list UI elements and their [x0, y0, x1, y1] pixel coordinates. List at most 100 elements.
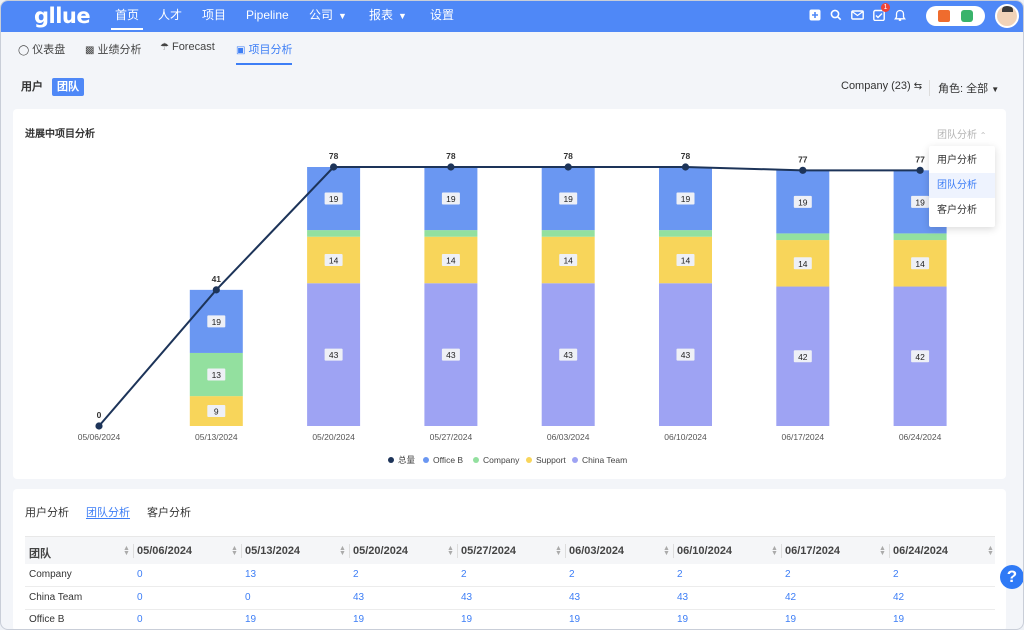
table-cell[interactable]: 0: [137, 614, 143, 625]
table-cell[interactable]: 13: [245, 569, 256, 580]
table-cell[interactable]: 19: [893, 614, 904, 625]
data-label: 14: [915, 259, 925, 269]
table-tab-user[interactable]: 用户分析: [25, 504, 69, 520]
table-row: China Team 0 0 43 43 43 43 42 42: [25, 587, 995, 610]
point-label: 78: [681, 151, 691, 161]
column-divider: [133, 544, 134, 558]
data-label: 42: [798, 352, 808, 362]
data-label: 43: [563, 350, 573, 360]
legend-marker: [423, 457, 429, 463]
table-cell[interactable]: 19: [785, 614, 796, 625]
column-divider: [457, 544, 458, 558]
data-label: 42: [915, 352, 925, 362]
x-tick-label: 05/06/2024: [78, 432, 121, 442]
legend-marker: [473, 457, 479, 463]
column-divider: [673, 544, 674, 558]
sort-icon[interactable]: ▲ ▼: [231, 545, 238, 557]
x-tick-label: 05/20/2024: [312, 432, 355, 442]
data-label: 14: [446, 255, 456, 265]
table-cell[interactable]: 19: [569, 614, 580, 625]
table-cell[interactable]: 2: [785, 569, 791, 580]
data-label: 19: [681, 194, 691, 204]
sort-icon[interactable]: ▲ ▼: [123, 545, 130, 557]
data-label: 14: [798, 259, 808, 269]
dropdown-item-client[interactable]: 客户分析: [929, 198, 995, 223]
line-point: [564, 163, 572, 171]
x-tick-label: 05/27/2024: [430, 432, 473, 442]
sort-icon[interactable]: ▲ ▼: [663, 545, 670, 557]
column-divider: [565, 544, 566, 558]
x-tick-label: 05/13/2024: [195, 432, 238, 442]
table-cell[interactable]: 2: [461, 569, 467, 580]
point-label: 78: [446, 151, 456, 161]
sort-icon[interactable]: ▲ ▼: [879, 545, 886, 557]
column-header[interactable]: 06/24/2024: [893, 545, 948, 557]
data-label: 19: [446, 194, 456, 204]
legend-label: Office B: [433, 455, 463, 465]
row-label: Office B: [29, 614, 65, 625]
point-label: 77: [798, 154, 808, 164]
line-point: [916, 166, 924, 174]
data-label: 13: [212, 370, 222, 380]
table-tab-team[interactable]: 团队分析: [86, 504, 130, 520]
sort-icon[interactable]: ▲ ▼: [771, 545, 778, 557]
point-label: 41: [212, 274, 222, 284]
table-cell[interactable]: 0: [137, 592, 143, 603]
column-divider: [889, 544, 890, 558]
table-cell[interactable]: 2: [569, 569, 575, 580]
column-divider: [241, 544, 242, 558]
line-point: [212, 286, 220, 294]
data-label: 14: [563, 255, 573, 265]
legend-label: 总量: [398, 455, 416, 465]
table-cell[interactable]: 42: [785, 592, 796, 603]
sort-icon[interactable]: ▲ ▼: [339, 545, 346, 557]
table-header: 团队 ▲ ▼ 05/06/2024 ▲ ▼ 05/13/2024 ▲ ▼ 05/20/2024 ▲ ▼…: [25, 536, 995, 564]
column-header[interactable]: 05/27/2024: [461, 545, 516, 557]
x-tick-label: 06/17/2024: [782, 432, 825, 442]
help-button[interactable]: ?: [1000, 565, 1023, 589]
table-cell[interactable]: 42: [893, 592, 904, 603]
table-cell[interactable]: 0: [137, 569, 143, 580]
data-label: 19: [329, 194, 339, 204]
line-point: [447, 163, 455, 171]
table-cell[interactable]: 19: [353, 614, 364, 625]
column-header[interactable]: 团队: [29, 545, 51, 561]
table-cell[interactable]: 19: [461, 614, 472, 625]
table-cell[interactable]: 43: [461, 592, 472, 603]
dropdown-item-user[interactable]: 用户分析: [929, 148, 995, 173]
data-label: 43: [329, 350, 339, 360]
legend-marker: [526, 457, 532, 463]
point-label: 78: [329, 151, 339, 161]
x-tick-label: 06/24/2024: [899, 432, 942, 442]
column-header[interactable]: 06/10/2024: [677, 545, 732, 557]
table-tab-client[interactable]: 客户分析: [147, 504, 191, 520]
table-cell[interactable]: 19: [677, 614, 688, 625]
table-cell[interactable]: 2: [893, 569, 899, 580]
table-cell[interactable]: 2: [353, 569, 359, 580]
table-cell[interactable]: 19: [245, 614, 256, 625]
bar-segment: [541, 230, 595, 237]
table-cell[interactable]: 43: [569, 592, 580, 603]
line-point: [681, 163, 690, 171]
legend-marker: [388, 457, 394, 463]
sort-icon[interactable]: ▲ ▼: [987, 545, 994, 557]
column-header[interactable]: 05/06/2024: [137, 545, 192, 557]
table-cell[interactable]: 0: [245, 592, 251, 603]
table-cell[interactable]: 2: [677, 569, 683, 580]
point-label: 77: [915, 154, 925, 164]
line-point: [799, 166, 807, 174]
table-cell[interactable]: 43: [353, 592, 364, 603]
point-label: 0: [97, 410, 102, 420]
column-header[interactable]: 06/03/2024: [569, 545, 624, 557]
legend-label: Support: [536, 455, 566, 465]
data-label: 19: [798, 197, 808, 207]
column-header[interactable]: 05/20/2024: [353, 545, 408, 557]
column-header[interactable]: 06/17/2024: [785, 545, 840, 557]
sort-icon[interactable]: ▲ ▼: [447, 545, 454, 557]
analysis-dropdown-menu: 用户分析 团队分析 客户分析: [929, 146, 995, 227]
table-cell[interactable]: 43: [677, 592, 688, 603]
sort-icon[interactable]: ▲ ▼: [555, 545, 562, 557]
column-header[interactable]: 05/13/2024: [245, 545, 300, 557]
dropdown-item-team[interactable]: 团队分析: [929, 173, 995, 198]
row-label: Company: [29, 569, 72, 580]
